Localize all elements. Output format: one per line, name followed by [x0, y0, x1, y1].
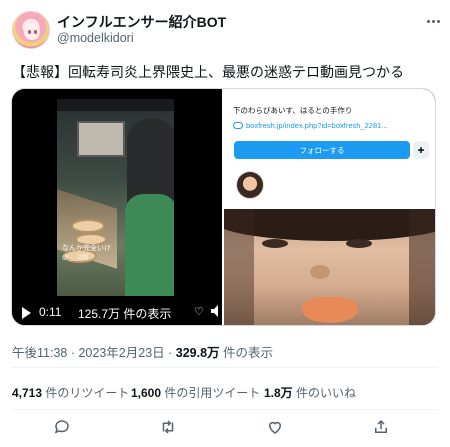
avatar-eye-right: [34, 30, 37, 34]
retweets-stat[interactable]: 4,713 件のリツイート: [12, 384, 129, 401]
photo-hair: [224, 209, 435, 241]
avatar-face: [24, 24, 40, 40]
retweet-icon[interactable]: [159, 418, 179, 438]
follow-button: フォローする: [234, 141, 410, 159]
profile-card-image[interactable]: 下のわらびあいす、はるとの手作り boxfresh.jp/index.php?i…: [224, 89, 435, 207]
tweet-time[interactable]: 午後11:38: [12, 346, 67, 360]
views-label: 件の表示: [223, 346, 274, 360]
video-player[interactable]: なんか完全いけ @___233 0:11 125.7万 件の表示 ♡: [12, 89, 222, 325]
video-caption: なんか完全いけ: [62, 245, 111, 252]
media-divider: [224, 207, 435, 209]
video-sushi-screen: [77, 121, 125, 157]
photo-mouth-sushi: [302, 297, 358, 323]
video-frame: なんか完全いけ @___233: [57, 99, 174, 296]
likes-count: 1.8万: [264, 386, 293, 400]
face-photo[interactable]: [224, 209, 435, 325]
quotes-label: 件の引用ツイート: [164, 386, 261, 400]
tweet-date[interactable]: 2023年2月23日: [78, 346, 164, 360]
reply-icon[interactable]: [53, 418, 73, 438]
meta-sep: ·: [168, 346, 176, 360]
likes-stat[interactable]: 1.8万 件のいいね: [264, 384, 356, 401]
photo-nose: [310, 265, 330, 279]
quotes-stat[interactable]: 1,600 件の引用ツイート: [131, 384, 260, 401]
add-friend-icon: ✚: [413, 141, 429, 159]
likes-label: 件のいいね: [296, 386, 357, 400]
photo-shadow: [224, 209, 254, 325]
divider: [12, 367, 438, 368]
quotes-count: 1,600: [131, 386, 162, 400]
play-icon[interactable]: [22, 307, 31, 319]
video-statusbar: [57, 99, 174, 111]
video-views: 125.7万 件の表示: [78, 307, 172, 321]
profile-picture: [236, 171, 264, 199]
divider: [12, 409, 438, 410]
retweets-count: 4,713: [12, 386, 43, 400]
video-plate: [71, 219, 105, 233]
share-icon[interactable]: [372, 418, 392, 438]
link-icon: [233, 122, 243, 129]
photo-eye: [346, 239, 372, 248]
video-shirt: [125, 194, 174, 296]
video-caption-handle: @___233: [62, 255, 89, 261]
tweet-card: インフルエンサー紹介BOT @modelkidori 【悲報】回転寿司炎上界隈史…: [0, 0, 450, 447]
video-controls: 0:11 125.7万 件の表示 ♡: [12, 299, 222, 325]
author-name[interactable]: インフルエンサー紹介BOT: [57, 12, 226, 32]
action-bar: [0, 418, 450, 438]
ellipsis-icon[interactable]: [424, 12, 442, 30]
tweet-text: 【悲報】回転寿司炎上界隈史上、最悪の迷惑テロ動画見つかる: [12, 64, 404, 80]
author-handle[interactable]: @modelkidori: [57, 31, 134, 45]
views-count: 329.8万: [175, 346, 220, 360]
avatar-eye-left: [28, 30, 31, 34]
volume-icon[interactable]: [210, 304, 220, 318]
like-icon[interactable]: [266, 418, 286, 438]
heart-icon[interactable]: ♡: [194, 305, 204, 318]
photo-shadow: [409, 209, 435, 325]
retweets-label: 件のリツイート: [45, 386, 130, 400]
video-time: 0:11: [39, 305, 62, 319]
media-grid[interactable]: なんか完全いけ @___233 0:11 125.7万 件の表示 ♡ 下のわらび…: [11, 88, 436, 326]
profile-link: boxfresh.jp/index.php?id=boxfresh_2281..…: [246, 121, 388, 130]
author-avatar[interactable]: [12, 11, 50, 49]
tweet-meta: 午後11:38 · 2023年2月23日 · 329.8万 件の表示: [12, 342, 273, 361]
photo-eye: [262, 239, 288, 248]
profile-bio: 下のわらびあいす、はるとの手作り: [233, 106, 353, 115]
